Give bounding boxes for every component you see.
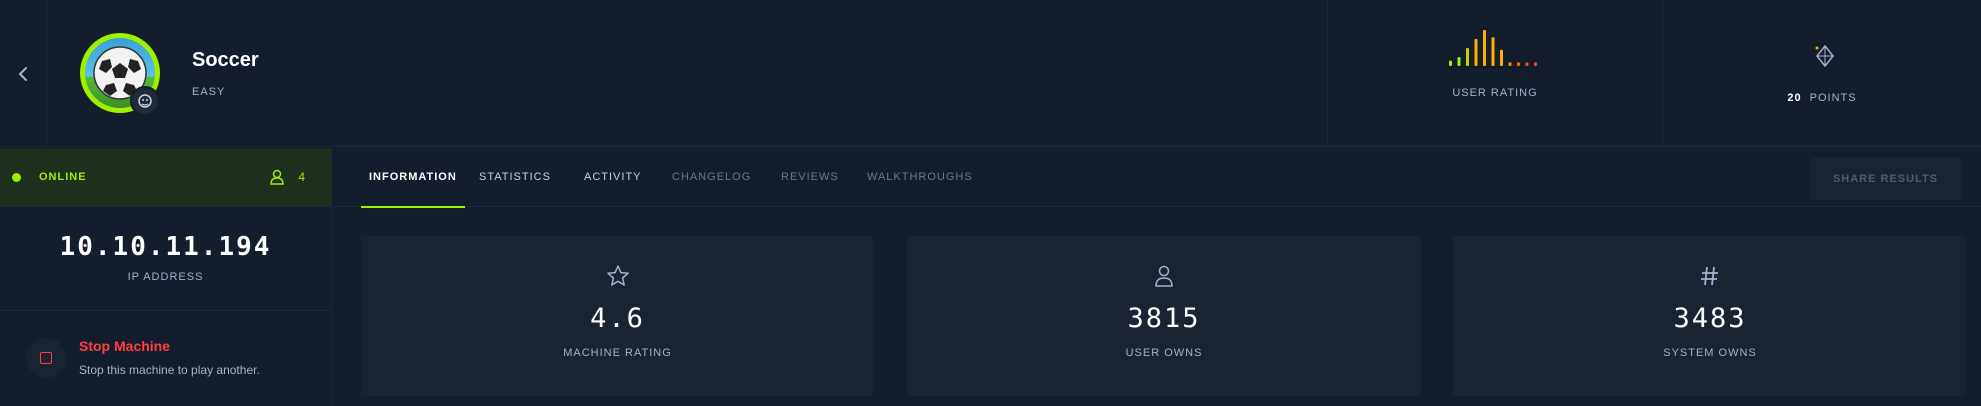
stop-icon [40, 352, 52, 364]
user-icon [1155, 265, 1173, 287]
user-owns-value: 3815 [1127, 303, 1201, 334]
rating-bar [1534, 62, 1537, 66]
tab-reviews[interactable]: REVIEWS [781, 148, 839, 207]
tab-statistics[interactable]: STATISTICS [479, 148, 551, 207]
user-rating-label: USER RATING [1452, 87, 1538, 99]
rating-bar [1449, 60, 1452, 66]
share-results-button[interactable]: SHARE RESULTS [1810, 157, 1961, 200]
user-rating-panel: USER RATING [1327, 0, 1662, 147]
difficulty-label: EASY [192, 86, 226, 98]
back-button[interactable] [0, 0, 47, 147]
user-rating-chart [1449, 30, 1537, 66]
ip-section[interactable]: 10.10.11.194 IP ADDRESS [0, 207, 331, 311]
points-text: POINTS [1809, 92, 1857, 104]
system-owns-value: 3483 [1673, 303, 1747, 334]
ip-address-label: IP ADDRESS [127, 271, 204, 283]
points-label: 20 POINTS [1663, 92, 1981, 104]
stop-machine-button[interactable] [26, 338, 66, 378]
rating-bar [1483, 30, 1486, 66]
machine-tabs: INFORMATION STATISTICS ACTIVITY CHANGELO… [333, 148, 1981, 208]
ip-address-value[interactable]: 10.10.11.194 [0, 207, 331, 262]
rating-bar [1525, 62, 1529, 66]
user-owns-label: USER OWNS [1125, 347, 1203, 359]
rating-bar [1474, 39, 1478, 66]
hash-icon [1701, 266, 1718, 286]
rating-bar [1457, 57, 1461, 66]
points-value: 20 [1787, 92, 1802, 104]
tab-walkthroughs[interactable]: WALKTHROUGHS [867, 148, 973, 207]
user-owns-card: 3815 USER OWNS [907, 236, 1421, 396]
machine-name: Soccer [192, 49, 259, 71]
tab-activity[interactable]: ACTIVITY [584, 148, 642, 207]
machine-sidebar: ONLINE 4 10.10.11.194 IP ADDRESS Stop Ma… [0, 148, 332, 406]
stop-machine-section: Stop Machine Stop this machine to play a… [0, 311, 331, 406]
user-icon [270, 169, 285, 185]
machine-rating-value: 4.6 [590, 303, 645, 334]
machine-rating-label: MACHINE RATING [563, 347, 672, 359]
system-owns-label: SYSTEM OWNS [1663, 347, 1757, 359]
rating-bar [1466, 48, 1469, 66]
status-bar: ONLINE 4 [0, 148, 331, 207]
rating-bar [1491, 37, 1495, 66]
tab-changelog[interactable]: CHANGELOG [672, 148, 751, 207]
rating-bar [1517, 62, 1520, 66]
stop-machine-title[interactable]: Stop Machine [79, 338, 170, 354]
star-icon [606, 265, 629, 286]
active-players: 4 [270, 169, 305, 185]
chevron-left-icon [18, 66, 27, 81]
machine-header: Soccer EASY USER RATING 20 POINTS [0, 0, 1981, 147]
points-panel: 20 POINTS [1662, 0, 1981, 147]
tab-information[interactable]: INFORMATION [361, 148, 465, 208]
stop-machine-subtitle: Stop this machine to play another. [79, 363, 260, 377]
machine-rating-card: 4.6 MACHINE RATING [361, 236, 874, 396]
system-owns-card: 3483 SYSTEM OWNS [1453, 236, 1967, 396]
player-count: 4 [298, 170, 305, 184]
rating-bar [1508, 62, 1512, 66]
status-text: ONLINE [39, 171, 87, 183]
points-diamond-icon [1815, 44, 1834, 68]
rating-bar [1500, 49, 1503, 66]
linux-os-icon [130, 86, 160, 116]
online-status-dot [12, 172, 21, 182]
